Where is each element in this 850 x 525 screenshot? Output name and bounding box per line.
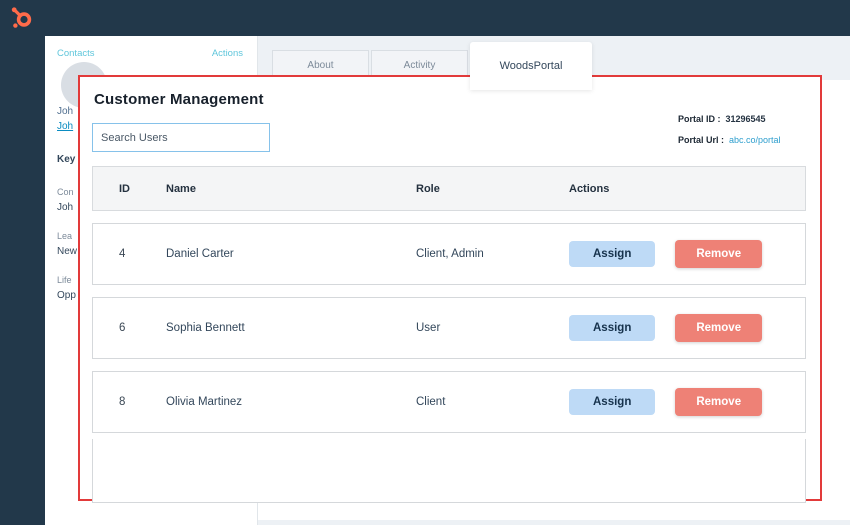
sidebar-header: Contacts Actions	[45, 36, 257, 59]
user-role: Client, Admin	[416, 248, 484, 260]
users-table: ID Name Role Actions 4 Daniel Carter Cli…	[92, 166, 806, 503]
modal-title: Customer Management	[94, 91, 264, 108]
sidebar-field-value: Opp	[57, 290, 76, 301]
remove-button[interactable]: Remove	[675, 388, 763, 416]
sidebar-field-value: Joh	[57, 202, 74, 213]
portal-id-label: Portal ID :	[678, 114, 721, 124]
column-header-actions: Actions	[569, 182, 610, 195]
user-id: 6	[119, 322, 126, 334]
table-row: 8 Olivia Martinez Client Assign Remove	[92, 371, 806, 433]
assign-button[interactable]: Assign	[569, 315, 656, 341]
portal-url-label: Portal Url :	[678, 135, 725, 145]
sidebar-field-label: Con	[57, 187, 74, 197]
contact-name: Joh	[57, 106, 74, 117]
user-id: 8	[119, 396, 126, 408]
user-name: Sophia Bennett	[166, 322, 245, 334]
portal-url-link[interactable]: abc.co/portal	[729, 135, 781, 145]
user-id: 4	[119, 248, 126, 260]
search-users-input[interactable]	[92, 123, 270, 152]
user-name: Olivia Martinez	[166, 396, 243, 408]
contact-link[interactable]: Joh	[57, 121, 73, 132]
actions-menu[interactable]: Actions	[212, 48, 243, 59]
portal-id-value: 31296545	[725, 114, 766, 124]
hubspot-sprocket-icon[interactable]	[8, 5, 34, 31]
remove-button[interactable]: Remove	[675, 314, 763, 342]
table-row: 6 Sophia Bennett User Assign Remove	[92, 297, 806, 359]
sidebar-section-heading: Key	[57, 154, 76, 165]
table-empty-row	[92, 439, 806, 503]
sidebar-field-value: New	[57, 246, 78, 257]
customer-management-modal: Customer Management Portal ID : 31296545 …	[78, 75, 822, 503]
contacts-breadcrumb[interactable]: Contacts	[57, 48, 95, 59]
table-row: 4 Daniel Carter Client, Admin Assign Rem…	[92, 223, 806, 285]
remove-button[interactable]: Remove	[675, 240, 763, 268]
column-header-id: ID	[119, 182, 130, 195]
portal-info: Portal ID : 31296545 Portal Url : abc.co/p…	[678, 115, 781, 157]
column-header-name: Name	[166, 182, 196, 195]
user-role: User	[416, 322, 441, 334]
assign-button[interactable]: Assign	[569, 241, 656, 267]
top-navigation-bar	[0, 0, 850, 36]
sidebar-field-label: Life	[57, 275, 72, 285]
column-header-role: Role	[416, 182, 440, 195]
tab-woodsportal[interactable]: WoodsPortal	[470, 42, 592, 90]
table-header-row: ID Name Role Actions	[92, 166, 806, 211]
assign-button[interactable]: Assign	[569, 389, 656, 415]
user-role: Client	[416, 396, 446, 408]
user-name: Daniel Carter	[166, 248, 234, 260]
sidebar-field-label: Lea	[57, 231, 73, 241]
